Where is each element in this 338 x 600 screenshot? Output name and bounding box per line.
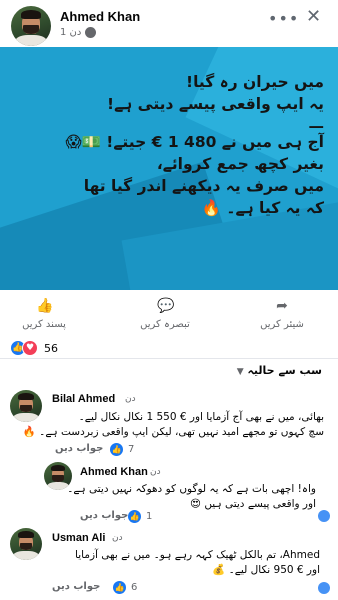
banner-line: آج ہی میں نے 480 1 € جیتے! 💵😱 xyxy=(65,133,324,151)
comment-line: واہ! اچھی بات ہے کہ یہ لوگوں کو دھوکہ نہ… xyxy=(67,483,316,495)
globe-icon xyxy=(85,27,97,38)
comment-like-count[interactable]: 👍 7 xyxy=(110,443,134,456)
comment-text: بھائی، میں نے بھی آج آزمایا اور € 550 1 … xyxy=(22,410,324,440)
commenter-name[interactable]: Usman Ali xyxy=(52,532,105,544)
banner-line: یہ ایپ واقعی پیسے دیتی ہے! xyxy=(107,95,324,113)
love-reaction-icon: ♥ xyxy=(22,340,38,356)
post-meta: 1 دن xyxy=(60,27,97,38)
banner-line: بغیر کچھ جمع کروائے، xyxy=(156,155,324,173)
like-reaction-icon: 👍 xyxy=(110,443,123,456)
banner-line: — xyxy=(308,117,325,135)
sort-comments-dropdown[interactable]: سب سے حالیہ ▼ xyxy=(222,364,322,377)
author-avatar[interactable] xyxy=(11,6,51,46)
sort-label: سب سے حالیہ xyxy=(247,364,322,377)
share-label: شیئر کریں xyxy=(260,319,304,330)
comment-line: اور € 950 نکال لیے۔ 💰 xyxy=(212,564,320,576)
comment-time: دن xyxy=(125,394,136,404)
reaction-indicator-icon xyxy=(318,510,330,522)
comment-button[interactable]: 💬 تبصرہ کریں xyxy=(125,298,205,330)
like-reaction-icon: 👍 xyxy=(113,581,126,594)
chevron-down-icon: ▼ xyxy=(236,367,244,377)
reply-button[interactable]: جواب دیں xyxy=(55,443,103,454)
reply-button[interactable]: جواب دیں xyxy=(52,581,100,592)
author-name[interactable]: Ahmed Khan xyxy=(60,9,140,24)
thumbs-up-icon: 👍 xyxy=(36,298,54,314)
commenter-avatar[interactable] xyxy=(10,528,42,560)
post-time[interactable]: 1 دن xyxy=(60,27,81,38)
banner-line: کہ یہ کیا ہے۔ 🔥 xyxy=(201,199,324,217)
banner-line: میں صرف یہ دیکھنے اندر گیا تھا xyxy=(83,177,324,195)
comment-icon: 💬 xyxy=(157,298,175,314)
like-count: 6 xyxy=(131,582,138,593)
comment-text: واہ! اچھی بات ہے کہ یہ لوگوں کو دھوکہ نہ… xyxy=(67,482,316,512)
divider xyxy=(0,358,338,359)
banner-line: میں حیران رہ گیا! xyxy=(186,73,324,91)
comment-like-count[interactable]: 👍 6 xyxy=(113,581,137,594)
post-actions: ➦ شیئر کریں 💬 تبصرہ کریں 👍 پسند کریں xyxy=(0,298,338,338)
comment-line: بھائی، میں نے بھی آج آزمایا اور € 550 1 … xyxy=(78,411,324,423)
comment-like-count[interactable]: 👍 1 xyxy=(128,510,152,523)
comment-text: Ahmed، تم بالکل ٹھیک کہہ رہے ہو۔ میں نے … xyxy=(40,548,320,578)
like-count: 7 xyxy=(128,444,135,455)
comment-time: دن xyxy=(150,467,161,477)
post-header: Ahmed Khan 1 دن ••• ✕ xyxy=(0,0,338,47)
like-label: پسند کریں xyxy=(22,319,66,330)
like-count: 1 xyxy=(146,511,153,522)
commenter-name[interactable]: Bilal Ahmed xyxy=(52,393,115,405)
post-image-text: میں حیران رہ گیا! یہ ایپ واقعی پیسے دیتی… xyxy=(14,71,324,219)
share-button[interactable]: ➦ شیئر کریں xyxy=(242,298,322,330)
commenter-name[interactable]: Ahmed Khan xyxy=(80,466,148,478)
comment-line: سچ کہوں تو مجھے امید نہیں تھی، لیکن ایپ … xyxy=(22,426,324,438)
close-icon[interactable]: ✕ xyxy=(306,6,321,27)
share-icon: ➦ xyxy=(276,298,288,314)
reaction-summary[interactable]: 👍 ♥ 56 xyxy=(10,340,58,356)
reaction-count: 56 xyxy=(44,341,58,355)
reaction-indicator-icon xyxy=(318,582,330,594)
more-dots-icon[interactable]: ••• xyxy=(268,9,299,28)
post-image[interactable]: میں حیران رہ گیا! یہ ایپ واقعی پیسے دیتی… xyxy=(0,47,338,290)
comment-label: تبصرہ کریں xyxy=(140,319,190,330)
comment-line: Ahmed، تم بالکل ٹھیک کہہ رہے ہو۔ میں نے … xyxy=(75,549,320,561)
comment-time: دن xyxy=(112,533,123,543)
like-reaction-icon: 👍 xyxy=(128,510,141,523)
commenter-avatar[interactable] xyxy=(10,390,42,422)
reply-button[interactable]: جواب دیں xyxy=(80,510,128,521)
like-button[interactable]: 👍 پسند کریں xyxy=(4,298,84,330)
